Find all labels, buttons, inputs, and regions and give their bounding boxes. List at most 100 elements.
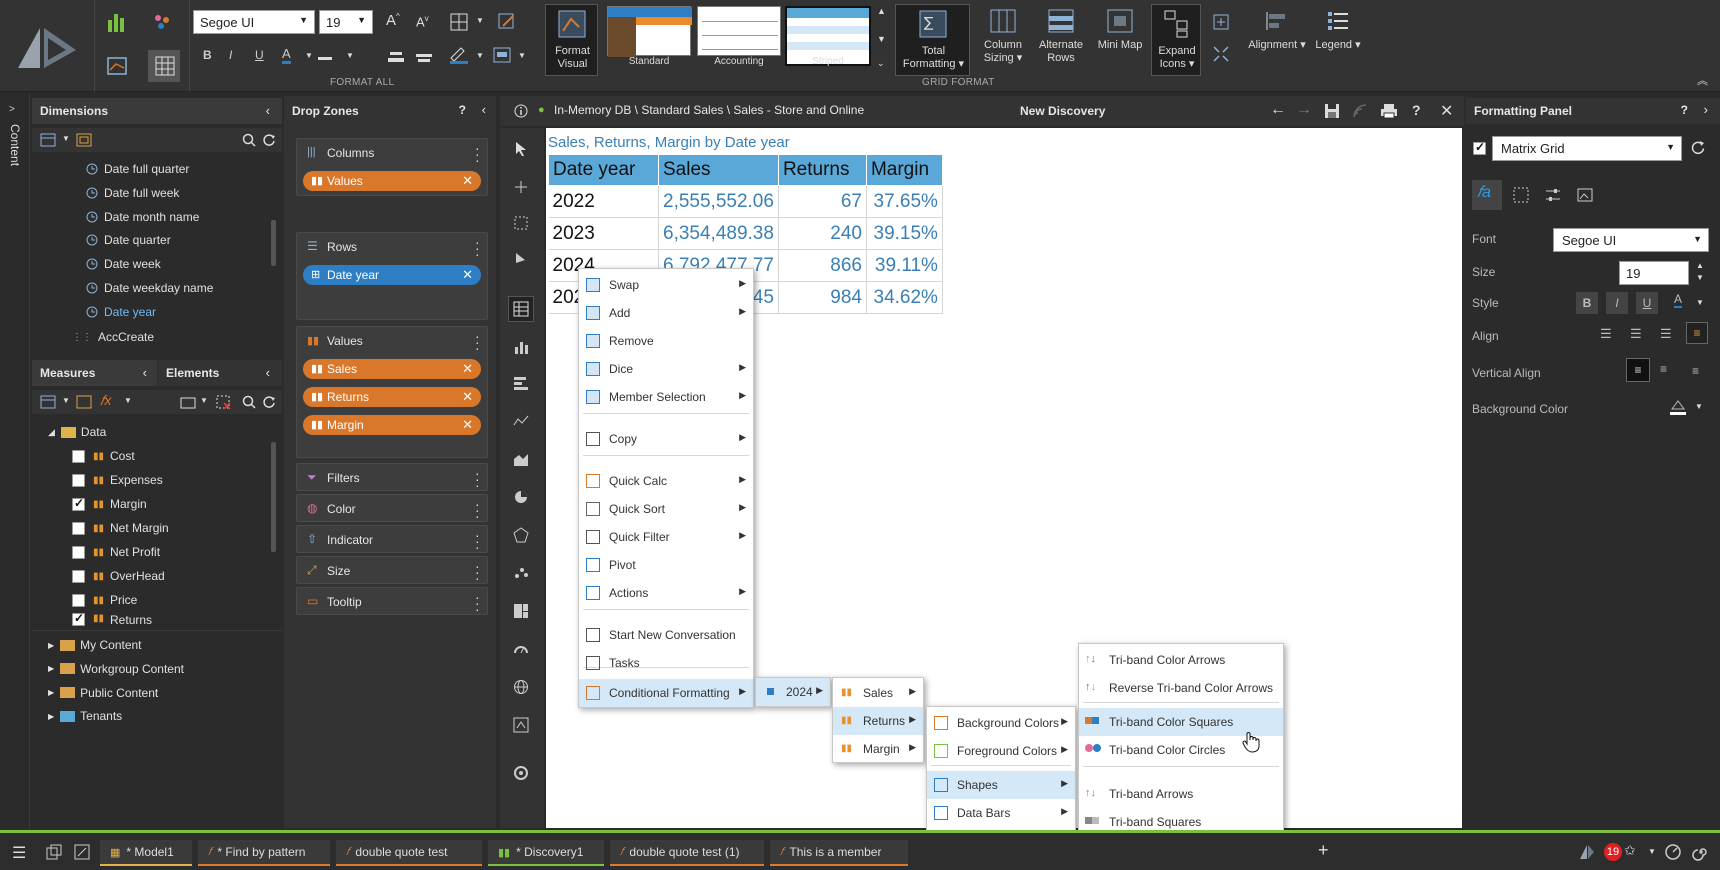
fill-color-icon[interactable] [318, 46, 332, 60]
info-icon[interactable] [514, 104, 528, 118]
font-color-icon[interactable]: A [282, 46, 291, 64]
line-chart-icon[interactable] [508, 408, 534, 434]
format-painter-icon[interactable] [497, 12, 517, 32]
column-header[interactable]: Sales [658, 154, 779, 186]
forward-icon[interactable]: → [1296, 101, 1312, 119]
print-icon[interactable] [1380, 103, 1398, 119]
format-target-select[interactable]: Matrix Grid ▼ [1492, 136, 1682, 161]
tab-borders-icon[interactable] [1512, 186, 1530, 204]
grid-cell[interactable]: 39.11% [866, 249, 943, 282]
font-family-select[interactable]: Segoe UI ▼ [193, 10, 315, 34]
panel-underline-button[interactable]: U [1636, 292, 1658, 314]
dimension-item[interactable]: Date week [86, 253, 161, 275]
menu-item[interactable]: Tasks [579, 649, 753, 677]
hierarchy-icon[interactable] [76, 133, 92, 147]
menu-icon[interactable]: ☰ [12, 843, 26, 863]
color-zone[interactable]: ◍ Color · · · [296, 494, 488, 523]
font-size-select[interactable]: 19 ▼ [319, 10, 373, 34]
size-zone[interactable]: ⤢ Size · · · [296, 556, 488, 585]
menu-item-2024[interactable]: 2024 ▶ [756, 678, 830, 706]
caret-right-icon[interactable]: ▶ [48, 664, 54, 673]
panel-size-input[interactable]: 19 [1619, 261, 1689, 285]
remove-icon[interactable]: ✕ [462, 173, 473, 189]
legend-button[interactable]: Legend ▾ [1310, 0, 1366, 52]
content-root-item[interactable]: ▶ My Content [48, 634, 142, 656]
valign-middle-icon[interactable]: ≡ [1660, 362, 1667, 376]
measure-checkbox[interactable] [72, 449, 85, 463]
menu-item[interactable]: Pivot [579, 551, 753, 579]
measures-header[interactable]: Measures ‹ [32, 360, 157, 386]
data-folder[interactable]: ◢ Data [48, 421, 106, 443]
more-icon[interactable]: · · · [475, 141, 480, 167]
menu-item[interactable]: Start New Conversation [579, 621, 753, 649]
style-accounting-thumb[interactable] [697, 6, 781, 56]
valign-bottom-icon[interactable]: ≡ [1692, 364, 1699, 378]
content-root-item[interactable]: ▶ Tenants [48, 705, 122, 727]
background-color-icon[interactable] [1668, 397, 1688, 417]
reset-icon[interactable] [1690, 140, 1706, 156]
chevron-down-icon[interactable]: ▼ [1695, 402, 1703, 411]
italic-icon[interactable]: I [229, 48, 232, 62]
select-pointer-icon[interactable] [508, 136, 534, 162]
chevron-down-icon[interactable]: ▼ [346, 51, 354, 60]
collapse-ribbon-icon[interactable]: ︽ [1697, 72, 1708, 88]
drill-pointer-icon[interactable] [508, 246, 534, 272]
gauge-icon[interactable] [508, 636, 534, 662]
menu-item[interactable]: Data Bars ▶ [927, 799, 1075, 827]
measure-item[interactable]: ▮▮ Price [72, 589, 137, 611]
more-icon[interactable]: · · · [475, 590, 480, 616]
target-checkbox[interactable] [1473, 140, 1486, 155]
open-tab[interactable]: 𝑓 double quote test [336, 840, 482, 866]
caret-right-icon[interactable]: ▶ [48, 688, 54, 697]
pie-chart-icon[interactable] [508, 484, 534, 510]
delete-icon[interactable] [216, 395, 232, 409]
chevron-down-icon[interactable]: ▼ [305, 51, 313, 60]
dimension-item[interactable]: Date full quarter [86, 158, 189, 180]
bar-chart-horizontal-icon[interactable] [508, 370, 534, 396]
chevron-down-icon[interactable]: ▼ [200, 396, 208, 405]
bar-chart-icon[interactable] [106, 12, 128, 32]
grid-cell[interactable]: 984 [778, 281, 867, 314]
more-icon[interactable]: · · · [475, 528, 480, 554]
menu-item[interactable]: Swap ▶ [579, 271, 753, 299]
mini-map-button[interactable]: Mini Map [1092, 0, 1148, 52]
column-sizing-button[interactable]: Column Sizing ▾ [975, 0, 1031, 65]
format-visual-button[interactable]: Format Visual [545, 4, 598, 76]
panel-italic-button[interactable]: I [1606, 292, 1628, 314]
more-icon[interactable]: · · · [475, 559, 480, 585]
open-tab[interactable]: ▮▮ * Discovery1 [488, 840, 604, 866]
view-options-icon[interactable] [40, 133, 56, 147]
add-tab-icon[interactable]: + [1318, 840, 1329, 861]
values-zone[interactable]: ▮▮ Values · · · ▮▮ Sales ✕ ▮▮ Returns ✕ ▮▮ Margin… [296, 326, 488, 458]
more-icon[interactable]: · · · [475, 497, 480, 523]
remove-icon[interactable]: ✕ [462, 267, 473, 283]
help-icon[interactable]: ? [1412, 102, 1421, 118]
content-root-item[interactable]: ▶ Workgroup Content [48, 658, 184, 680]
bold-icon[interactable]: B [203, 48, 212, 62]
back-icon[interactable]: ← [1270, 101, 1286, 119]
menu-item[interactable]: Quick Sort ▶ [579, 495, 753, 523]
collapse-panel-icon[interactable]: ‹ [482, 102, 486, 117]
gallery-down-icon[interactable]: ▼ [877, 34, 886, 44]
chevron-down-icon[interactable]: ▼ [62, 134, 70, 143]
grid-cell[interactable]: 240 [778, 217, 867, 250]
grid-cell[interactable]: 866 [778, 249, 867, 282]
search-icon[interactable] [242, 133, 256, 147]
rows-date-year-pill[interactable]: ⊞ Date year ✕ [303, 265, 481, 285]
data-source-icon[interactable] [46, 844, 62, 860]
more-icon[interactable]: · · · [475, 466, 480, 492]
open-tab[interactable]: 𝑓 * Find by pattern [198, 840, 330, 866]
search-icon[interactable] [242, 395, 256, 409]
expand-icons-button[interactable]: Expand Icons ▾ [1151, 4, 1201, 76]
measure-checkbox[interactable] [72, 545, 85, 559]
menu-item[interactable]: ↑↓ Tri-band Arrows [1079, 780, 1283, 808]
measures-scrollbar[interactable] [271, 442, 276, 552]
view-options-icon[interactable] [40, 395, 56, 409]
caret-right-icon[interactable]: ▶ [48, 641, 54, 650]
pin-icon[interactable]: ✩ [1624, 842, 1636, 859]
remove-icon[interactable]: ✕ [462, 389, 473, 405]
folder-add-icon[interactable] [180, 395, 196, 409]
gallery-up-icon[interactable]: ▲ [877, 6, 886, 16]
expand-all-icon[interactable] [1211, 12, 1231, 32]
gallery-more-icon[interactable]: ⌄ [877, 58, 885, 69]
